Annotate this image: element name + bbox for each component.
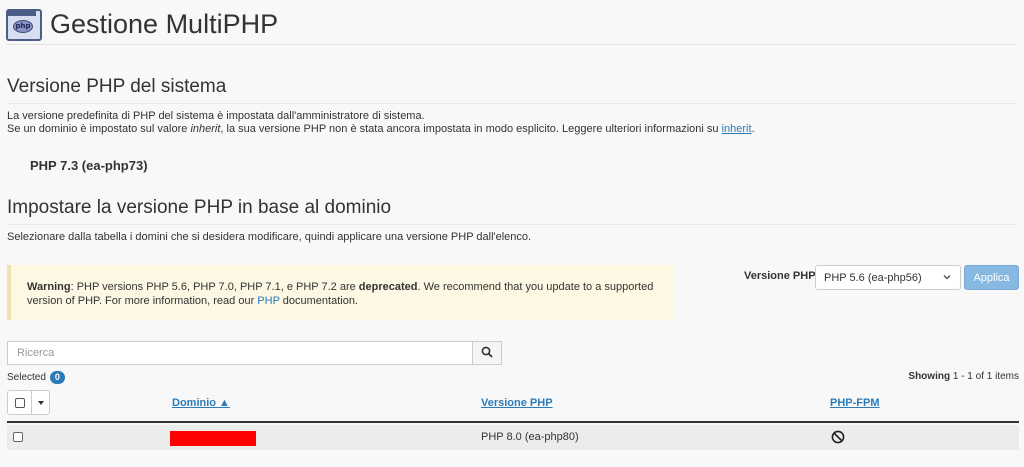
caret-down-icon[interactable]	[32, 391, 49, 414]
select-all-checkbox[interactable]	[8, 391, 32, 414]
table-header: Dominio ▲ Versione PHP PHP-FPM	[7, 390, 1019, 423]
select-all-control[interactable]	[7, 390, 50, 415]
redacted-domain	[170, 431, 256, 446]
page-title: Gestione MultiPHP	[50, 9, 279, 39]
column-php-fpm[interactable]: PHP-FPM	[830, 397, 880, 409]
domain-php-description: Selezionare dalla tabella i domini che s…	[7, 231, 532, 243]
table-row: PHP 8.0 (ea-php80)	[7, 425, 1019, 450]
search-input[interactable]: Ricerca	[7, 341, 473, 365]
row-php-version: PHP 8.0 (ea-php80)	[481, 431, 579, 443]
system-php-description: La versione predefinita di PHP del siste…	[7, 110, 425, 122]
php-docs-link[interactable]: PHP	[257, 295, 279, 307]
selected-badge: 0	[49, 371, 65, 384]
php-version-select[interactable]: PHP 5.6 (ea-php56)	[815, 265, 961, 290]
inherit-description: Se un dominio è impostato sul valore inh…	[7, 123, 755, 135]
column-php-version[interactable]: Versione PHP	[481, 397, 553, 409]
pagination-info: Showing 1 - 1 of 1 items	[908, 371, 1019, 382]
search-icon	[481, 346, 493, 361]
row-checkbox[interactable]	[13, 432, 23, 442]
system-php-heading: Versione PHP del sistema	[7, 76, 1017, 104]
column-domain[interactable]: Dominio ▲	[172, 397, 230, 409]
system-php-version: PHP 7.3 (ea-php73)	[30, 158, 148, 173]
php-version-label: Versione PHP	[744, 270, 816, 282]
page-header: php Gestione MultiPHP	[6, 5, 1016, 45]
selected-count: Selected 0	[7, 371, 65, 384]
inherit-link[interactable]: inherit	[722, 123, 752, 135]
search-button[interactable]	[472, 341, 502, 365]
deprecation-warning: Warning: PHP versions PHP 5.6, PHP 7.0, …	[7, 265, 674, 320]
disabled-icon	[831, 430, 845, 444]
apply-button[interactable]: Applica	[964, 265, 1019, 290]
php-window-icon: php	[6, 8, 42, 41]
chevron-down-icon	[942, 272, 952, 284]
domain-php-heading: Impostare la versione PHP in base al dom…	[7, 197, 1017, 225]
